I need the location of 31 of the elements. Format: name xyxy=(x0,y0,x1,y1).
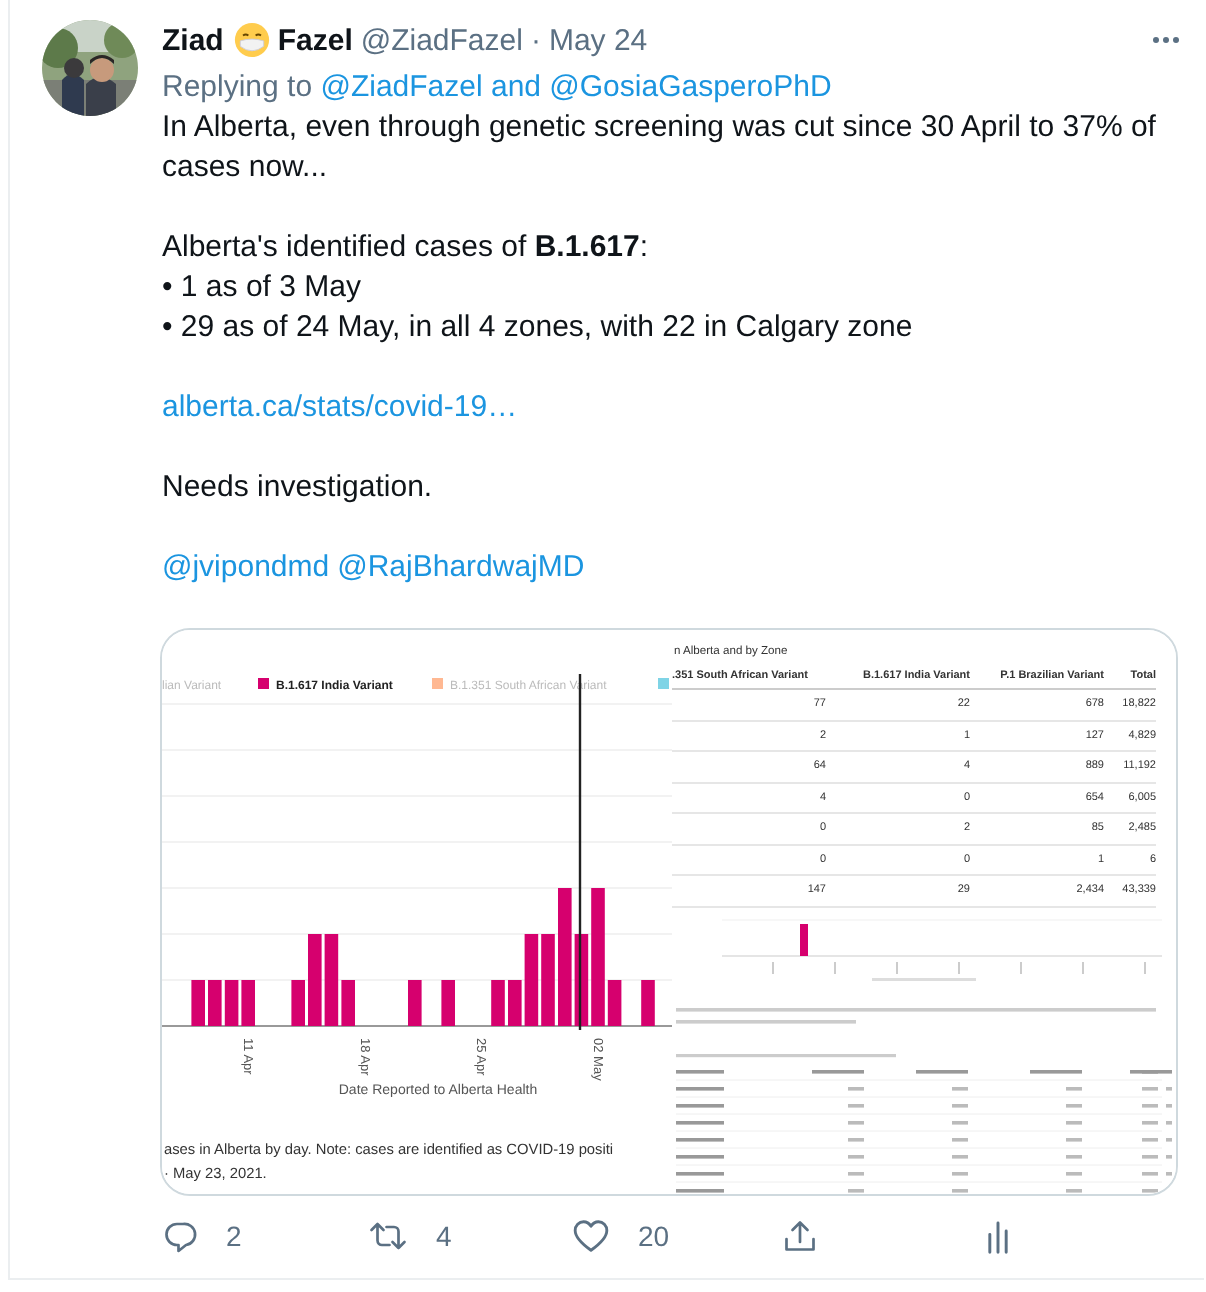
tweet-date[interactable]: May 24 xyxy=(548,23,648,57)
tweet-text: • 29 as of 24 May, in all 4 zones, with 22 in Calgary zone xyxy=(162,308,915,348)
tweet-text: In Alberta, even through genetic screening was cut since 30 April to 37% of cases now... xyxy=(162,108,1158,188)
mention-link[interactable]: @jvipondmd xyxy=(162,548,330,588)
link[interactable]: alberta.ca/stats/covid-19… xyxy=(162,390,518,424)
replying-line: Replying to @ZiadFazel and @GosiaGasperoPhD xyxy=(162,68,834,108)
author-name[interactable]: Ziad xyxy=(162,23,224,57)
mention-link[interactable]: @RajBhardwajMD xyxy=(337,548,585,588)
share-icon[interactable] xyxy=(782,1218,818,1254)
reply-icon[interactable] xyxy=(162,1218,198,1254)
retweet-count: 4 xyxy=(436,1220,452,1252)
heart-icon[interactable] xyxy=(572,1218,610,1254)
bar xyxy=(191,980,205,1026)
mask-emoji-icon xyxy=(233,22,270,58)
bar xyxy=(491,980,505,1026)
tweet-text: • 1 as of 3 May xyxy=(162,268,363,308)
bar xyxy=(441,980,455,1026)
bar xyxy=(291,980,305,1026)
like-count: 20 xyxy=(638,1220,670,1252)
tweet-text: Alberta's identified cases of B.1.617: xyxy=(162,228,651,268)
analytics-icon[interactable] xyxy=(984,1218,1012,1254)
bar xyxy=(641,980,655,1026)
author-handle[interactable]: @ZiadFazel xyxy=(360,23,523,57)
reply-count: 2 xyxy=(226,1220,242,1252)
author-name[interactable]: Fazel xyxy=(277,23,353,57)
separator-dot: · xyxy=(530,23,541,57)
bar xyxy=(408,980,422,1026)
more-icon[interactable] xyxy=(1152,36,1180,44)
reply-link[interactable]: @ZiadFazel and @GosiaGasperoPhD xyxy=(320,70,832,104)
tweet-text: Needs investigation. xyxy=(162,468,435,508)
retweet-icon[interactable] xyxy=(368,1218,408,1254)
